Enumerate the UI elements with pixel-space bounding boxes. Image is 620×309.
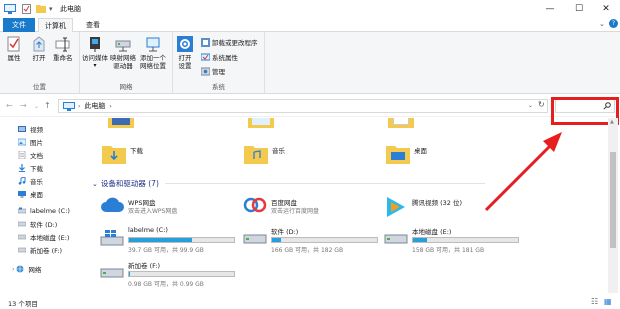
drive-icon (18, 207, 26, 214)
desktop-folder-icon (386, 146, 410, 164)
drive-d[interactable]: 软件 (D:) 166 GB 可用，共 182 GB (243, 226, 393, 254)
tencent-video-icon (387, 197, 405, 217)
network-icon (16, 265, 24, 273)
drive-usage-fill (413, 238, 427, 242)
nav-item-downloads[interactable]: 下载 (18, 162, 43, 174)
drive-icon (384, 234, 408, 244)
folder-desktop[interactable]: 桌面 (386, 144, 427, 164)
drive-usage-fill (129, 238, 192, 242)
drive-icon (18, 247, 26, 253)
drive-usage-fill (129, 272, 131, 276)
status-bar: 13 个项目 ☷ ▦ (0, 294, 620, 309)
music-icon (18, 177, 26, 185)
vertical-scrollbar[interactable]: ▲ (608, 118, 618, 293)
picture-icon (18, 138, 26, 146)
downloads-folder-icon (102, 146, 126, 164)
large-icons-view-icon[interactable]: ▦ (604, 297, 612, 306)
nav-item-drive-f[interactable]: 新加卷 (F:) (18, 244, 62, 256)
drive-e[interactable]: 本地磁盘 (E:) 158 GB 可用，共 181 GB (384, 226, 534, 254)
nav-item-drive-e[interactable]: 本地磁盘 (E:) (18, 231, 69, 243)
drive-c[interactable]: labelme (C:) 39.7 GB 可用，共 99.9 GB (100, 226, 250, 254)
music-folder-icon (244, 146, 268, 164)
folder-downloads[interactable]: 下载 (102, 144, 143, 164)
drive-f[interactable]: 新加卷 (F:) 0.98 GB 可用，共 0.99 GB (100, 260, 250, 288)
video-icon (18, 126, 26, 132)
navigation-pane: 视频 图片 文档 下载 音乐 桌面 labelme (C:) 软件 (D:) 本… (0, 118, 86, 293)
nav-item-desktop[interactable]: 桌面 (18, 188, 43, 200)
drive-icon (18, 234, 26, 240)
nav-item-documents[interactable]: 文档 (18, 149, 43, 161)
nav-item-drive-d[interactable]: 软件 (D:) (18, 218, 57, 230)
drive-usage-fill (272, 238, 282, 242)
download-icon (19, 164, 25, 172)
wps-cloud-icon (101, 197, 124, 212)
drive-icon (243, 234, 267, 244)
drive-usage-bar (271, 237, 378, 243)
desktop-icon (18, 191, 26, 198)
pictures-folder-icon[interactable] (248, 118, 274, 128)
baidu-cloud-icon (243, 197, 267, 213)
drive-usage-bar (128, 237, 235, 243)
drive-usage-bar (128, 271, 235, 277)
drive-baidu[interactable]: 百度网盘 双击运行百度网盘 (243, 196, 393, 220)
expand-chevron-icon[interactable]: › (12, 266, 14, 273)
drive-usage-bar (412, 237, 519, 243)
drive-tencent-video[interactable]: 腾讯视频 (32 位) (384, 196, 534, 220)
document-icon (18, 151, 26, 159)
folder-music[interactable]: 音乐 (244, 144, 285, 164)
documents-folder-icon[interactable] (388, 118, 414, 128)
nav-item-pictures[interactable]: 图片 (18, 136, 43, 148)
nav-item-music[interactable]: 音乐 (18, 175, 43, 187)
content-pane: 下载 音乐 桌面 ⌄ 设备和驱动器 (7) WPS网盘 双击进入WPS网盘 百度… (88, 118, 606, 293)
nav-item-videos[interactable]: 视频 (18, 123, 43, 135)
details-view-icon[interactable]: ☷ (591, 297, 598, 306)
drive-icon (18, 221, 26, 227)
scrollbar-thumb[interactable] (610, 152, 616, 248)
nav-item-network[interactable]: › 网络 (12, 263, 41, 275)
videos-folder-icon[interactable] (108, 118, 134, 128)
drive-wps[interactable]: WPS网盘 双击进入WPS网盘 (100, 196, 250, 220)
nav-item-drive-c[interactable]: labelme (C:) (18, 205, 70, 217)
collapse-chevron-icon[interactable]: ⌄ (92, 180, 98, 188)
windows-drive-icon (100, 230, 124, 246)
scroll-up-icon[interactable]: ▲ (610, 119, 614, 125)
drive-icon (100, 268, 124, 278)
item-count: 13 个项目 (8, 300, 38, 308)
devices-section-header[interactable]: ⌄ 设备和驱动器 (7) (92, 178, 485, 189)
